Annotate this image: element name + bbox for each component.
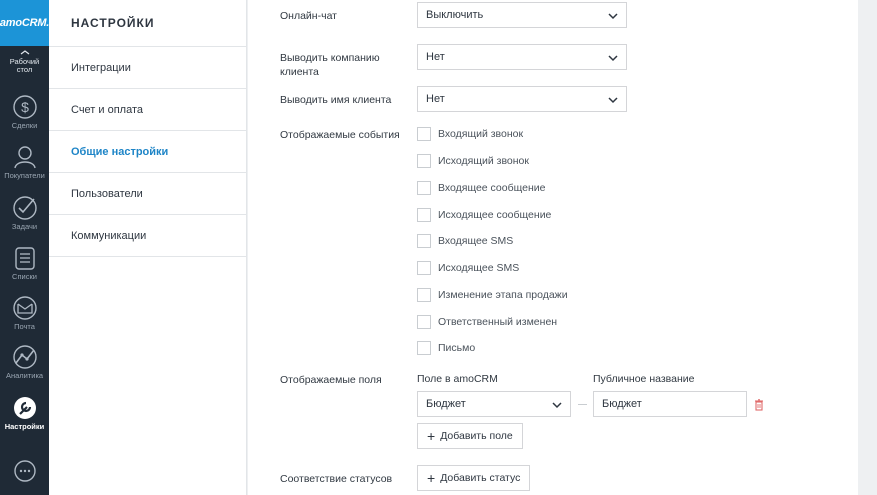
checkbox-box[interactable] xyxy=(417,315,431,329)
tasks-icon xyxy=(12,195,38,223)
event-option-label: Исходящий звонок xyxy=(438,155,529,167)
chat-icon xyxy=(13,459,37,485)
event-option-label: Исходящее сообщение xyxy=(438,209,552,221)
fields-label: Отображаемые поля xyxy=(280,374,382,386)
customers-icon xyxy=(12,144,38,172)
nav-label: Сделки xyxy=(11,121,38,130)
add-field-label: Добавить поле xyxy=(440,430,513,442)
checkbox-box[interactable] xyxy=(417,181,431,195)
event-checkbox[interactable]: Письмо xyxy=(417,341,475,355)
mail-icon xyxy=(12,295,38,323)
event-checkbox[interactable]: Входящее SMS xyxy=(417,234,513,248)
nav-label: Покупатели xyxy=(4,171,45,180)
amocrm-logo[interactable]: amoCRM. xyxy=(0,0,49,46)
checkbox-box[interactable] xyxy=(417,234,431,248)
nav-lists[interactable]: Списки xyxy=(0,245,49,281)
event-checkbox[interactable]: Ответственный изменен xyxy=(417,315,557,329)
sidebar-item-integrations[interactable]: Интеграции xyxy=(49,47,246,89)
sidebar-item-users[interactable]: Пользователи xyxy=(49,173,246,215)
event-option-label: Изменение этапа продажи xyxy=(438,289,568,301)
nav-label: Аналитика xyxy=(5,371,44,380)
public-name-input[interactable]: Бюджет xyxy=(593,391,747,417)
lists-icon xyxy=(12,245,38,273)
chevron-down-icon xyxy=(608,11,618,23)
event-option-label: Исходящее SMS xyxy=(438,262,520,274)
nav-label: Настройки xyxy=(4,422,45,431)
svg-text:$: $ xyxy=(21,99,29,115)
chevron-down-icon xyxy=(608,53,618,65)
online-chat-label: Онлайн-чат xyxy=(280,10,337,22)
trash-icon[interactable] xyxy=(754,398,764,416)
statuses-label: Соответствие статусов xyxy=(280,473,393,485)
event-option-label: Ответственный изменен xyxy=(438,316,558,328)
chevron-down-icon xyxy=(608,95,618,107)
events-label: Отображаемые события xyxy=(280,129,400,141)
checkbox-box[interactable] xyxy=(417,127,431,141)
nav-chat[interactable] xyxy=(0,459,49,485)
online-chat-value: Выключить xyxy=(426,9,484,21)
nav-label: Задачи xyxy=(11,222,38,231)
sidebar-item-communications[interactable]: Коммуникации xyxy=(49,215,246,257)
settings-sidebar: НАСТРОЙКИ Интеграции Счет и оплата Общие… xyxy=(49,0,247,495)
event-checkbox[interactable]: Исходящее SMS xyxy=(417,261,519,275)
checkbox-box[interactable] xyxy=(417,288,431,302)
nav-tasks[interactable]: Задачи xyxy=(0,195,49,231)
checkbox-box[interactable] xyxy=(417,341,431,355)
public-name-value: Бюджет xyxy=(602,398,642,410)
field-column-header: Поле в amoCRM xyxy=(417,373,498,385)
nav-label: Списки xyxy=(12,272,37,281)
add-status-button[interactable]: + Добавить статус xyxy=(417,465,531,491)
show-name-select[interactable]: Нет xyxy=(417,86,627,112)
public-name-column-header: Публичное название xyxy=(593,373,695,385)
event-checkbox[interactable]: Входящее сообщение xyxy=(417,181,545,195)
show-company-label: Выводить компанию клиента xyxy=(280,52,380,78)
plus-icon: + xyxy=(427,470,436,486)
deals-icon: $ xyxy=(12,94,38,122)
nav-settings[interactable]: Настройки xyxy=(0,395,49,431)
online-chat-select[interactable]: Выключить xyxy=(417,2,627,28)
field-separator xyxy=(578,404,587,405)
amocrm-field-value: Бюджет xyxy=(426,398,466,410)
nav-label: Рабочий стол xyxy=(9,57,40,74)
nav-customers[interactable]: Покупатели xyxy=(0,144,49,180)
event-option-label: Письмо xyxy=(438,342,476,354)
sidebar-item-general[interactable]: Общие настройки xyxy=(49,131,246,173)
event-checkbox[interactable]: Исходящее сообщение xyxy=(417,208,551,222)
event-checkbox[interactable]: Входящий звонок xyxy=(417,127,523,141)
show-name-label: Выводить имя клиента xyxy=(280,94,392,106)
show-company-value: Нет xyxy=(426,51,445,63)
checkbox-box[interactable] xyxy=(417,154,431,168)
nav-analytics[interactable]: Аналитика xyxy=(0,344,49,380)
main-nav-rail: amoCRM. Рабочий стол $ Сделки Покупатели… xyxy=(0,0,49,495)
show-company-select[interactable]: Нет xyxy=(417,44,627,70)
checkbox-box[interactable] xyxy=(417,261,431,275)
settings-main-panel: Онлайн-чат Выключить Выводить компанию к… xyxy=(248,0,858,495)
sidebar-title: НАСТРОЙКИ xyxy=(49,0,246,47)
nav-label: Почта xyxy=(14,322,35,331)
plus-icon: + xyxy=(427,428,436,444)
event-option-label: Входящее сообщение xyxy=(438,182,546,194)
analytics-icon xyxy=(12,344,38,372)
event-checkbox[interactable]: Изменение этапа продажи xyxy=(417,288,568,302)
event-option-label: Входящее SMS xyxy=(438,235,514,247)
nav-dashboard[interactable]: Рабочий стол xyxy=(0,50,49,74)
event-checkbox[interactable]: Исходящий звонок xyxy=(417,154,529,168)
event-option-label: Входящий звонок xyxy=(438,128,524,140)
amocrm-field-select[interactable]: Бюджет xyxy=(417,391,571,417)
show-name-value: Нет xyxy=(426,93,445,105)
settings-icon xyxy=(12,395,38,423)
add-status-label: Добавить статус xyxy=(440,472,521,484)
sidebar-item-billing[interactable]: Счет и оплата xyxy=(49,89,246,131)
checkbox-box[interactable] xyxy=(417,208,431,222)
chevron-down-icon xyxy=(552,400,562,412)
nav-deals[interactable]: $ Сделки xyxy=(0,94,49,130)
nav-mail[interactable]: Почта xyxy=(0,295,49,331)
add-field-button[interactable]: + Добавить поле xyxy=(417,423,523,449)
